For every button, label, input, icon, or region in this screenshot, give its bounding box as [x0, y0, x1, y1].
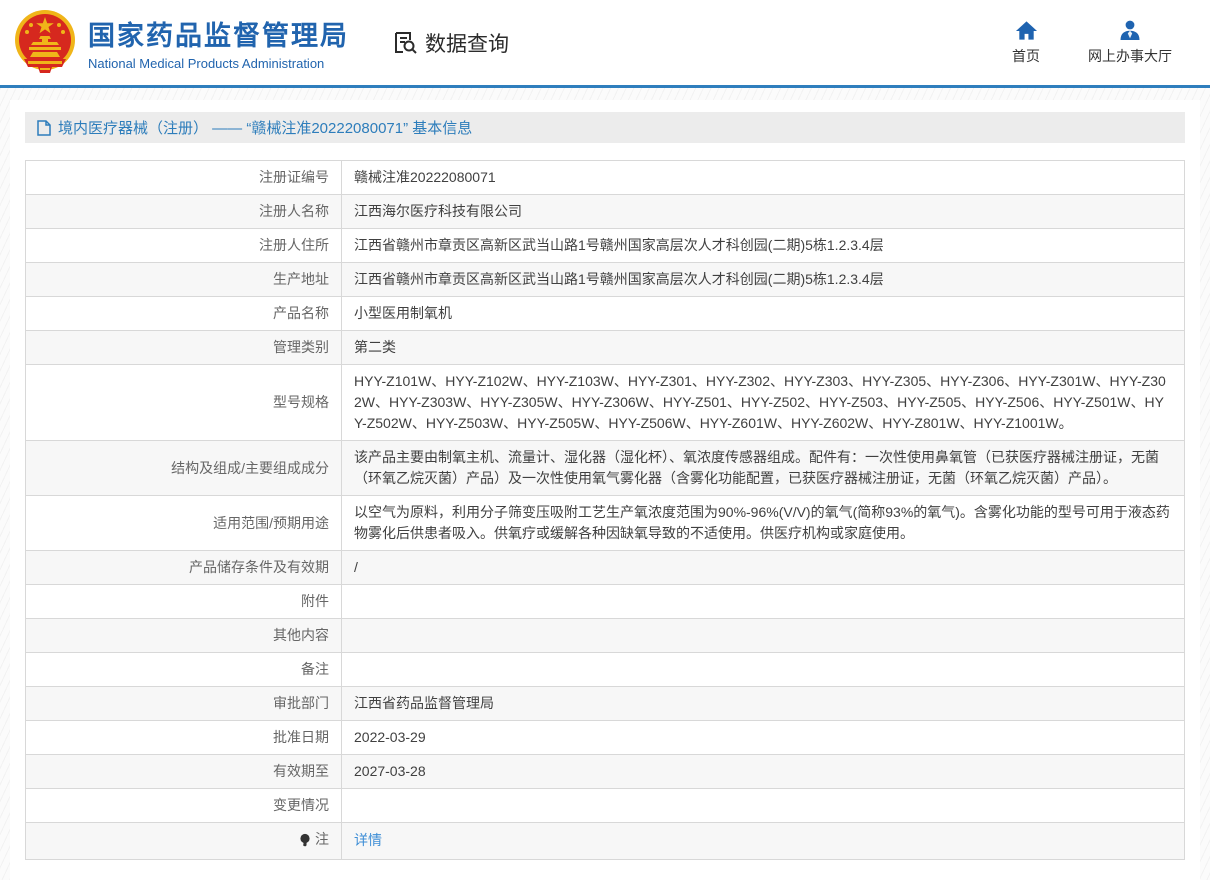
- row-label: 注册证编号: [26, 161, 342, 195]
- nmpa-logo[interactable]: 国家药品监督管理局 National Medical Products Admi…: [14, 9, 349, 77]
- org-name-cn: 国家药品监督管理局: [88, 14, 349, 53]
- table-row: 结构及组成/主要组成成分该产品主要由制氧主机、流量计、湿化器（湿化杯）、氧浓度传…: [26, 441, 1185, 496]
- row-label: 备注: [26, 653, 342, 687]
- row-label: 注: [26, 823, 342, 860]
- national-emblem-icon: [14, 9, 76, 77]
- row-value: 赣械注准20222080071: [342, 161, 1185, 195]
- table-row: 产品名称小型医用制氧机: [26, 297, 1185, 331]
- home-icon: [1015, 20, 1038, 41]
- row-value: 2027-03-28: [342, 755, 1185, 789]
- table-row: 附件: [26, 585, 1185, 619]
- table-row: 审批部门江西省药品监督管理局: [26, 687, 1185, 721]
- row-value: 江西省赣州市章贡区高新区武当山路1号赣州国家高层次人才科创园(二期)5栋1.2.…: [342, 229, 1185, 263]
- table-row: 型号规格HYY-Z101W、HYY-Z102W、HYY-Z103W、HYY-Z3…: [26, 365, 1185, 441]
- row-label: 型号规格: [26, 365, 342, 441]
- org-name-en: National Medical Products Administration: [88, 56, 349, 71]
- row-value: 小型医用制氧机: [342, 297, 1185, 331]
- table-row: 注册人住所江西省赣州市章贡区高新区武当山路1号赣州国家高层次人才科创园(二期)5…: [26, 229, 1185, 263]
- page-doc-icon: [37, 120, 51, 136]
- bulb-icon: [299, 833, 311, 847]
- nav-home-label: 首页: [1012, 46, 1040, 66]
- table-row: 其他内容: [26, 619, 1185, 653]
- row-label: 审批部门: [26, 687, 342, 721]
- row-label: 生产地址: [26, 263, 342, 297]
- row-label: 批准日期: [26, 721, 342, 755]
- row-label: 产品名称: [26, 297, 342, 331]
- document-search-icon: [391, 29, 419, 57]
- page-titlebar: 境内医疗器械（注册） —— “赣械注准20222080071” 基本信息: [25, 112, 1185, 143]
- row-label: 其他内容: [26, 619, 342, 653]
- row-label: 注册人住所: [26, 229, 342, 263]
- site-header: 国家药品监督管理局 National Medical Products Admi…: [0, 0, 1210, 88]
- row-value: 第二类: [342, 331, 1185, 365]
- table-row: 注 详情: [26, 823, 1185, 860]
- data-query-label: 数据查询: [425, 28, 509, 58]
- row-label-text: 注: [315, 829, 329, 850]
- page-title: 境内医疗器械（注册） —— “赣械注准20222080071” 基本信息: [58, 117, 472, 138]
- row-value: [342, 585, 1185, 619]
- nav-hall-label: 网上办事大厅: [1088, 46, 1172, 66]
- content-panel: 境内医疗器械（注册） —— “赣械注准20222080071” 基本信息 注册证…: [10, 100, 1200, 880]
- row-label: 适用范围/预期用途: [26, 496, 342, 551]
- row-label: 产品储存条件及有效期: [26, 551, 342, 585]
- row-value: 详情: [342, 823, 1185, 860]
- row-value: 江西省赣州市章贡区高新区武当山路1号赣州国家高层次人才科创园(二期)5栋1.2.…: [342, 263, 1185, 297]
- table-row: 管理类别第二类: [26, 331, 1185, 365]
- row-value: /: [342, 551, 1185, 585]
- row-value: 江西海尔医疗科技有限公司: [342, 195, 1185, 229]
- row-label: 管理类别: [26, 331, 342, 365]
- table-row: 批准日期2022-03-29: [26, 721, 1185, 755]
- table-row: 适用范围/预期用途以空气为原料，利用分子筛变压吸附工艺生产氧浓度范围为90%-9…: [26, 496, 1185, 551]
- row-label: 注册人名称: [26, 195, 342, 229]
- table-row: 产品储存条件及有效期/: [26, 551, 1185, 585]
- detail-link[interactable]: 详情: [354, 832, 382, 848]
- row-label: 结构及组成/主要组成成分: [26, 441, 342, 496]
- registration-info-table: 注册证编号赣械注准20222080071注册人名称江西海尔医疗科技有限公司注册人…: [25, 160, 1185, 860]
- main-area: 境内医疗器械（注册） —— “赣械注准20222080071” 基本信息 注册证…: [0, 88, 1210, 880]
- table-row: 注册证编号赣械注准20222080071: [26, 161, 1185, 195]
- row-label: 附件: [26, 585, 342, 619]
- table-row: 注册人名称江西海尔医疗科技有限公司: [26, 195, 1185, 229]
- top-nav: 首页 网上办事大厅: [1012, 20, 1172, 66]
- nav-home[interactable]: 首页: [1012, 20, 1040, 66]
- row-value: 2022-03-29: [342, 721, 1185, 755]
- row-value: [342, 789, 1185, 823]
- table-row: 变更情况: [26, 789, 1185, 823]
- row-value: 该产品主要由制氧主机、流量计、湿化器（湿化杯）、氧浓度传感器组成。配件有：一次性…: [342, 441, 1185, 496]
- table-row: 生产地址江西省赣州市章贡区高新区武当山路1号赣州国家高层次人才科创园(二期)5栋…: [26, 263, 1185, 297]
- user-icon: [1119, 20, 1141, 41]
- row-value: HYY-Z101W、HYY-Z102W、HYY-Z103W、HYY-Z301、H…: [342, 365, 1185, 441]
- nav-online-hall[interactable]: 网上办事大厅: [1088, 20, 1172, 66]
- row-label: 有效期至: [26, 755, 342, 789]
- table-row: 有效期至2027-03-28: [26, 755, 1185, 789]
- row-label: 变更情况: [26, 789, 342, 823]
- row-value: 以空气为原料，利用分子筛变压吸附工艺生产氧浓度范围为90%-96%(V/V)的氧…: [342, 496, 1185, 551]
- row-value: [342, 619, 1185, 653]
- row-value: 江西省药品监督管理局: [342, 687, 1185, 721]
- data-query-tab[interactable]: 数据查询: [391, 28, 509, 58]
- table-row: 备注: [26, 653, 1185, 687]
- row-value: [342, 653, 1185, 687]
